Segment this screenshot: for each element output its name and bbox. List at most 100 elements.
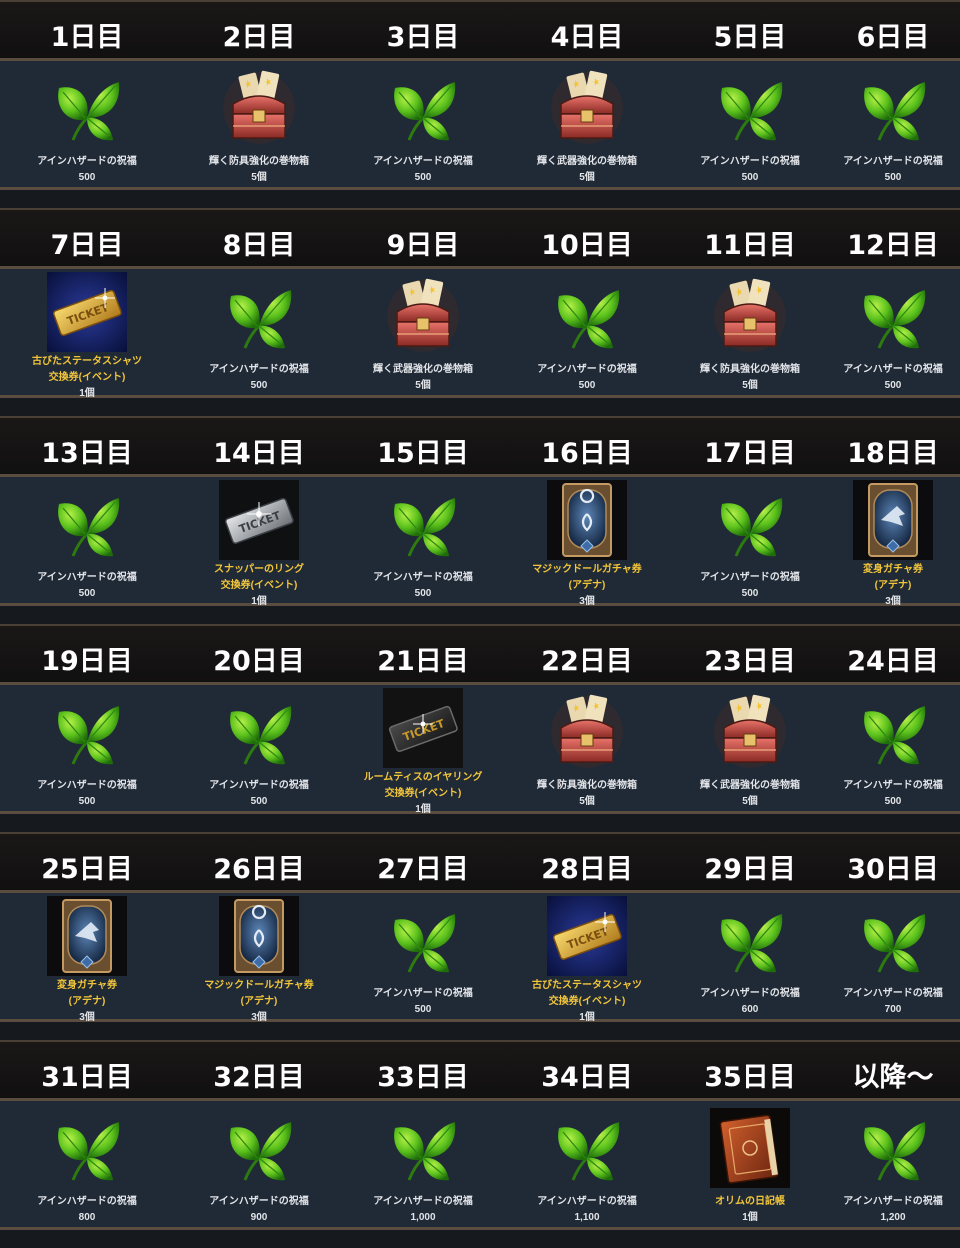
day-label: 17日目 xyxy=(704,438,796,469)
reward-name: (アデナ) xyxy=(568,580,606,591)
leaf-icon xyxy=(547,276,627,356)
reward-quantity: 700 xyxy=(884,1004,902,1015)
leaf-icon xyxy=(383,1108,463,1188)
reward-quantity: 5個 xyxy=(742,796,758,807)
reward-item: アインハザードの祝福 500 xyxy=(343,890,503,1022)
day-label: 25日目 xyxy=(41,854,133,885)
day-label: 4日目 xyxy=(550,22,624,53)
reward-quantity: 1個 xyxy=(579,1012,595,1023)
reward-quantity: 5個 xyxy=(742,380,758,391)
reward-name: アインハザードの祝福 xyxy=(209,364,309,375)
reward-name: 輝く武器強化の巻物箱 xyxy=(373,364,473,375)
reward-item: オリムの日記帳 1個 xyxy=(670,1098,830,1230)
reward-name: アインハザードの祝福 xyxy=(37,156,137,167)
reward-name: アインハザードの祝福 xyxy=(209,780,309,791)
reward-name: アインハザードの祝福 xyxy=(209,1196,309,1207)
chest-icon xyxy=(219,68,299,148)
day-label: 3日目 xyxy=(386,22,460,53)
day-label: 26日目 xyxy=(213,854,305,885)
reward-quantity: 5個 xyxy=(579,172,595,183)
reward-item: アインハザードの祝福 500 xyxy=(828,58,958,190)
leaf-icon xyxy=(219,276,299,356)
reward-quantity: 800 xyxy=(78,1212,96,1223)
reward-name: アインハザードの祝福 xyxy=(843,156,943,167)
leaf-icon xyxy=(547,1108,627,1188)
login-bonus-grid: 1日目 アインハザードの祝福 500 2日目 輝く防具強化の巻物箱 5個 3日目 アインハザー… xyxy=(0,0,960,1230)
day-label: 6日目 xyxy=(856,22,930,53)
reward-item: TICKET 古びたステータスシャツ 交換券(イベント) 1個 xyxy=(507,890,667,1023)
day-label: 29日目 xyxy=(704,854,796,885)
reward-name: アインハザードの祝福 xyxy=(373,988,473,999)
reward-name: 交換券(イベント) xyxy=(48,372,126,383)
chest-icon xyxy=(710,692,790,772)
day-label: 20日目 xyxy=(213,646,305,677)
diary-book-icon xyxy=(710,1108,790,1188)
reward-name: 古びたステータスシャツ xyxy=(32,356,142,367)
reward-item: アインハザードの祝福 1,000 xyxy=(343,1098,503,1230)
day-label: 13日目 xyxy=(41,438,133,469)
reward-name: アインハザードの祝福 xyxy=(700,988,800,999)
reward-item: 輝く武器強化の巻物箱 5個 xyxy=(670,682,830,814)
day-label: 8日目 xyxy=(222,230,296,261)
reward-row: 25日目変身ガチャ券 (アデナ) 3個 26日目マジックドールガチャ券 (アデナ) 3個 2… xyxy=(0,832,960,1040)
reward-item: 変身ガチャ券 (アデナ) 3個 xyxy=(2,890,172,1023)
day-label: 9日目 xyxy=(386,230,460,261)
reward-quantity: 500 xyxy=(414,588,432,599)
reward-quantity: 500 xyxy=(250,380,268,391)
reward-name: アインハザードの祝福 xyxy=(843,780,943,791)
day-label: 18日目 xyxy=(847,438,939,469)
leaf-icon xyxy=(853,1108,933,1188)
leaf-icon xyxy=(853,692,933,772)
day-label: 1日目 xyxy=(50,22,124,53)
black-ticket-icon: TICKET xyxy=(383,688,463,768)
day-label: 5日目 xyxy=(713,22,787,53)
day-label: 34日目 xyxy=(541,1062,633,1093)
reward-name: アインハザードの祝福 xyxy=(843,1196,943,1207)
chest-icon xyxy=(547,68,627,148)
reward-item: マジックドールガチャ券 (アデナ) 3個 xyxy=(507,474,667,607)
reward-name: 交換券(イベント) xyxy=(220,580,298,591)
day-label: 16日目 xyxy=(541,438,633,469)
reward-item: アインハザードの祝福 500 xyxy=(174,682,344,814)
day-label: 28日目 xyxy=(541,854,633,885)
reward-item: 輝く防具強化の巻物箱 5個 xyxy=(507,682,667,814)
reward-quantity: 500 xyxy=(884,172,902,183)
reward-name: ルームティスのイヤリング xyxy=(363,772,483,783)
leaf-icon xyxy=(219,692,299,772)
leaf-icon xyxy=(47,692,127,772)
reward-name: 輝く防具強化の巻物箱 xyxy=(700,364,800,375)
leaf-icon xyxy=(47,68,127,148)
day-label: 30日目 xyxy=(847,854,939,885)
leaf-icon xyxy=(383,484,463,564)
reward-name: アインハザードの祝福 xyxy=(700,572,800,583)
reward-item: アインハザードの祝福 800 xyxy=(2,1098,172,1230)
reward-item: アインハザードの祝福 500 xyxy=(828,266,958,398)
reward-name: アインハザードの祝福 xyxy=(37,780,137,791)
gold-ticket-icon: TICKET xyxy=(47,272,127,352)
day-label: 12日目 xyxy=(847,230,939,261)
leaf-icon xyxy=(853,900,933,980)
reward-row: 13日目 アインハザードの祝福 500 14日目 TICKET スナッパーのリング 交換券(… xyxy=(0,416,960,624)
reward-name: スナッパーのリング xyxy=(214,564,304,575)
reward-item: 輝く防具強化の巻物箱 5個 xyxy=(670,266,830,398)
reward-item: マジックドールガチャ券 (アデナ) 3個 xyxy=(174,890,344,1023)
reward-name: アインハザードの祝福 xyxy=(37,1196,137,1207)
reward-quantity: 500 xyxy=(414,172,432,183)
reward-item: アインハザードの祝福 600 xyxy=(670,890,830,1022)
reward-item: TICKET スナッパーのリング 交換券(イベント) 1個 xyxy=(174,474,344,607)
doll-card-icon xyxy=(219,896,299,976)
reward-quantity: 500 xyxy=(884,796,902,807)
chest-icon xyxy=(547,692,627,772)
day-label: 15日目 xyxy=(377,438,469,469)
reward-name: 輝く防具強化の巻物箱 xyxy=(537,780,637,791)
gold-ticket-icon: TICKET xyxy=(547,896,627,976)
reward-name: 輝く武器強化の巻物箱 xyxy=(537,156,637,167)
reward-quantity: 5個 xyxy=(579,796,595,807)
reward-quantity: 500 xyxy=(78,172,96,183)
reward-quantity: 500 xyxy=(414,1004,432,1015)
reward-quantity: 500 xyxy=(884,380,902,391)
reward-name: アインハザードの祝福 xyxy=(843,988,943,999)
reward-item: アインハザードの祝福 1,200 xyxy=(828,1098,958,1230)
day-label: 10日目 xyxy=(541,230,633,261)
reward-name: 交換券(イベント) xyxy=(384,788,462,799)
